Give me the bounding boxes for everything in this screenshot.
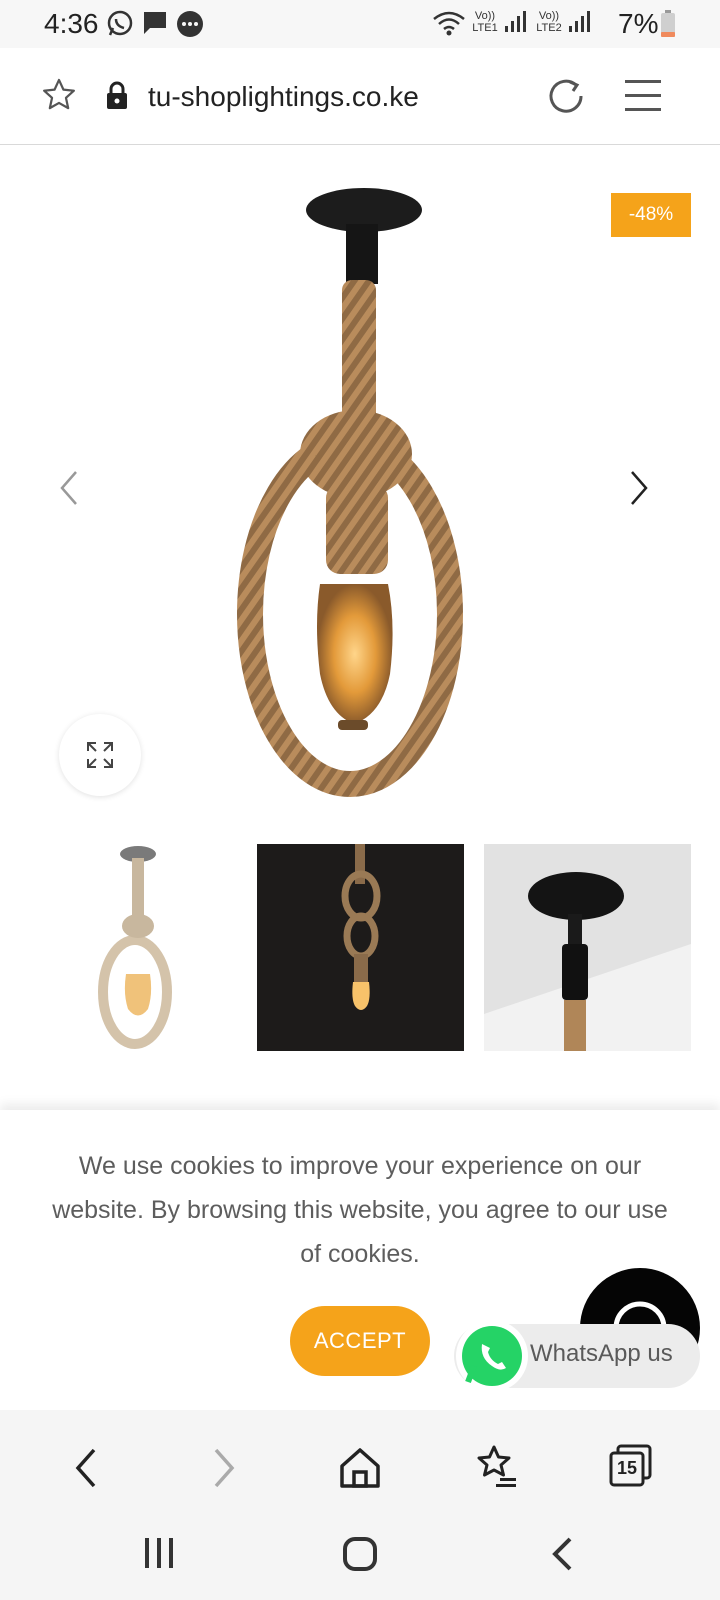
thumbnail-1[interactable]: [38, 844, 245, 1051]
recent-apps-icon[interactable]: [142, 1536, 176, 1570]
network-2-label: Vo)) LTE2: [536, 10, 562, 34]
wifi-icon: [433, 11, 465, 36]
battery-percent: 7%: [618, 8, 659, 39]
star-icon[interactable]: [40, 76, 78, 114]
thumbnail-2[interactable]: [257, 844, 464, 1051]
home-icon[interactable]: [338, 1446, 382, 1490]
network-1-label: Vo)) LTE1: [472, 10, 498, 34]
chat-icon: [177, 11, 203, 37]
thumbnail-2-image: [341, 844, 381, 1010]
bookmarks-icon[interactable]: [476, 1444, 518, 1488]
system-navigation-bar: [0, 1514, 720, 1600]
back-icon[interactable]: [72, 1446, 100, 1490]
forward-icon[interactable]: [210, 1446, 238, 1490]
nav-back-icon[interactable]: [550, 1536, 574, 1572]
cookie-banner: We use cookies to improve your experienc…: [0, 1110, 720, 1410]
whatsapp-label: WhatsApp us: [530, 1340, 673, 1367]
url-text[interactable]: tu-shoplightings.co.ke: [148, 81, 419, 113]
address-bar: tu-shoplightings.co.ke: [0, 48, 720, 145]
discount-badge: -48%: [611, 193, 691, 237]
status-time: 4:36: [44, 8, 99, 39]
status-bar: 4:36 Vo)) LTE1 Vo)) LTE2 7%: [0, 0, 720, 48]
thumbnail-1-image: [98, 846, 172, 1049]
tab-count: 15: [616, 1458, 638, 1478]
menu-icon[interactable]: [624, 78, 662, 112]
product-main-image[interactable]: [228, 184, 490, 804]
chevron-left-icon[interactable]: [56, 468, 82, 508]
cookie-message: We use cookies to improve your experienc…: [52, 1152, 668, 1268]
thumbnail-3-image: [484, 872, 691, 1051]
zoom-button[interactable]: [59, 714, 141, 796]
browser-toolbar: 15: [0, 1410, 720, 1514]
home-circle-icon[interactable]: [342, 1536, 378, 1572]
message-icon: [144, 12, 166, 34]
chevron-right-icon[interactable]: [626, 468, 652, 508]
accept-cookies-button[interactable]: ACCEPT: [290, 1306, 430, 1376]
battery-icon: [661, 10, 675, 37]
whatsapp-icon[interactable]: [454, 1318, 530, 1394]
signal-icon: [569, 11, 590, 32]
reload-icon[interactable]: [546, 76, 586, 116]
tabs-button[interactable]: 15: [608, 1444, 652, 1488]
thumbnail-3[interactable]: [484, 844, 691, 1051]
lock-icon: [107, 81, 127, 109]
expand-icon: [87, 742, 113, 768]
signal-icon: [505, 11, 526, 32]
whatsapp-notification-icon: [107, 10, 133, 36]
